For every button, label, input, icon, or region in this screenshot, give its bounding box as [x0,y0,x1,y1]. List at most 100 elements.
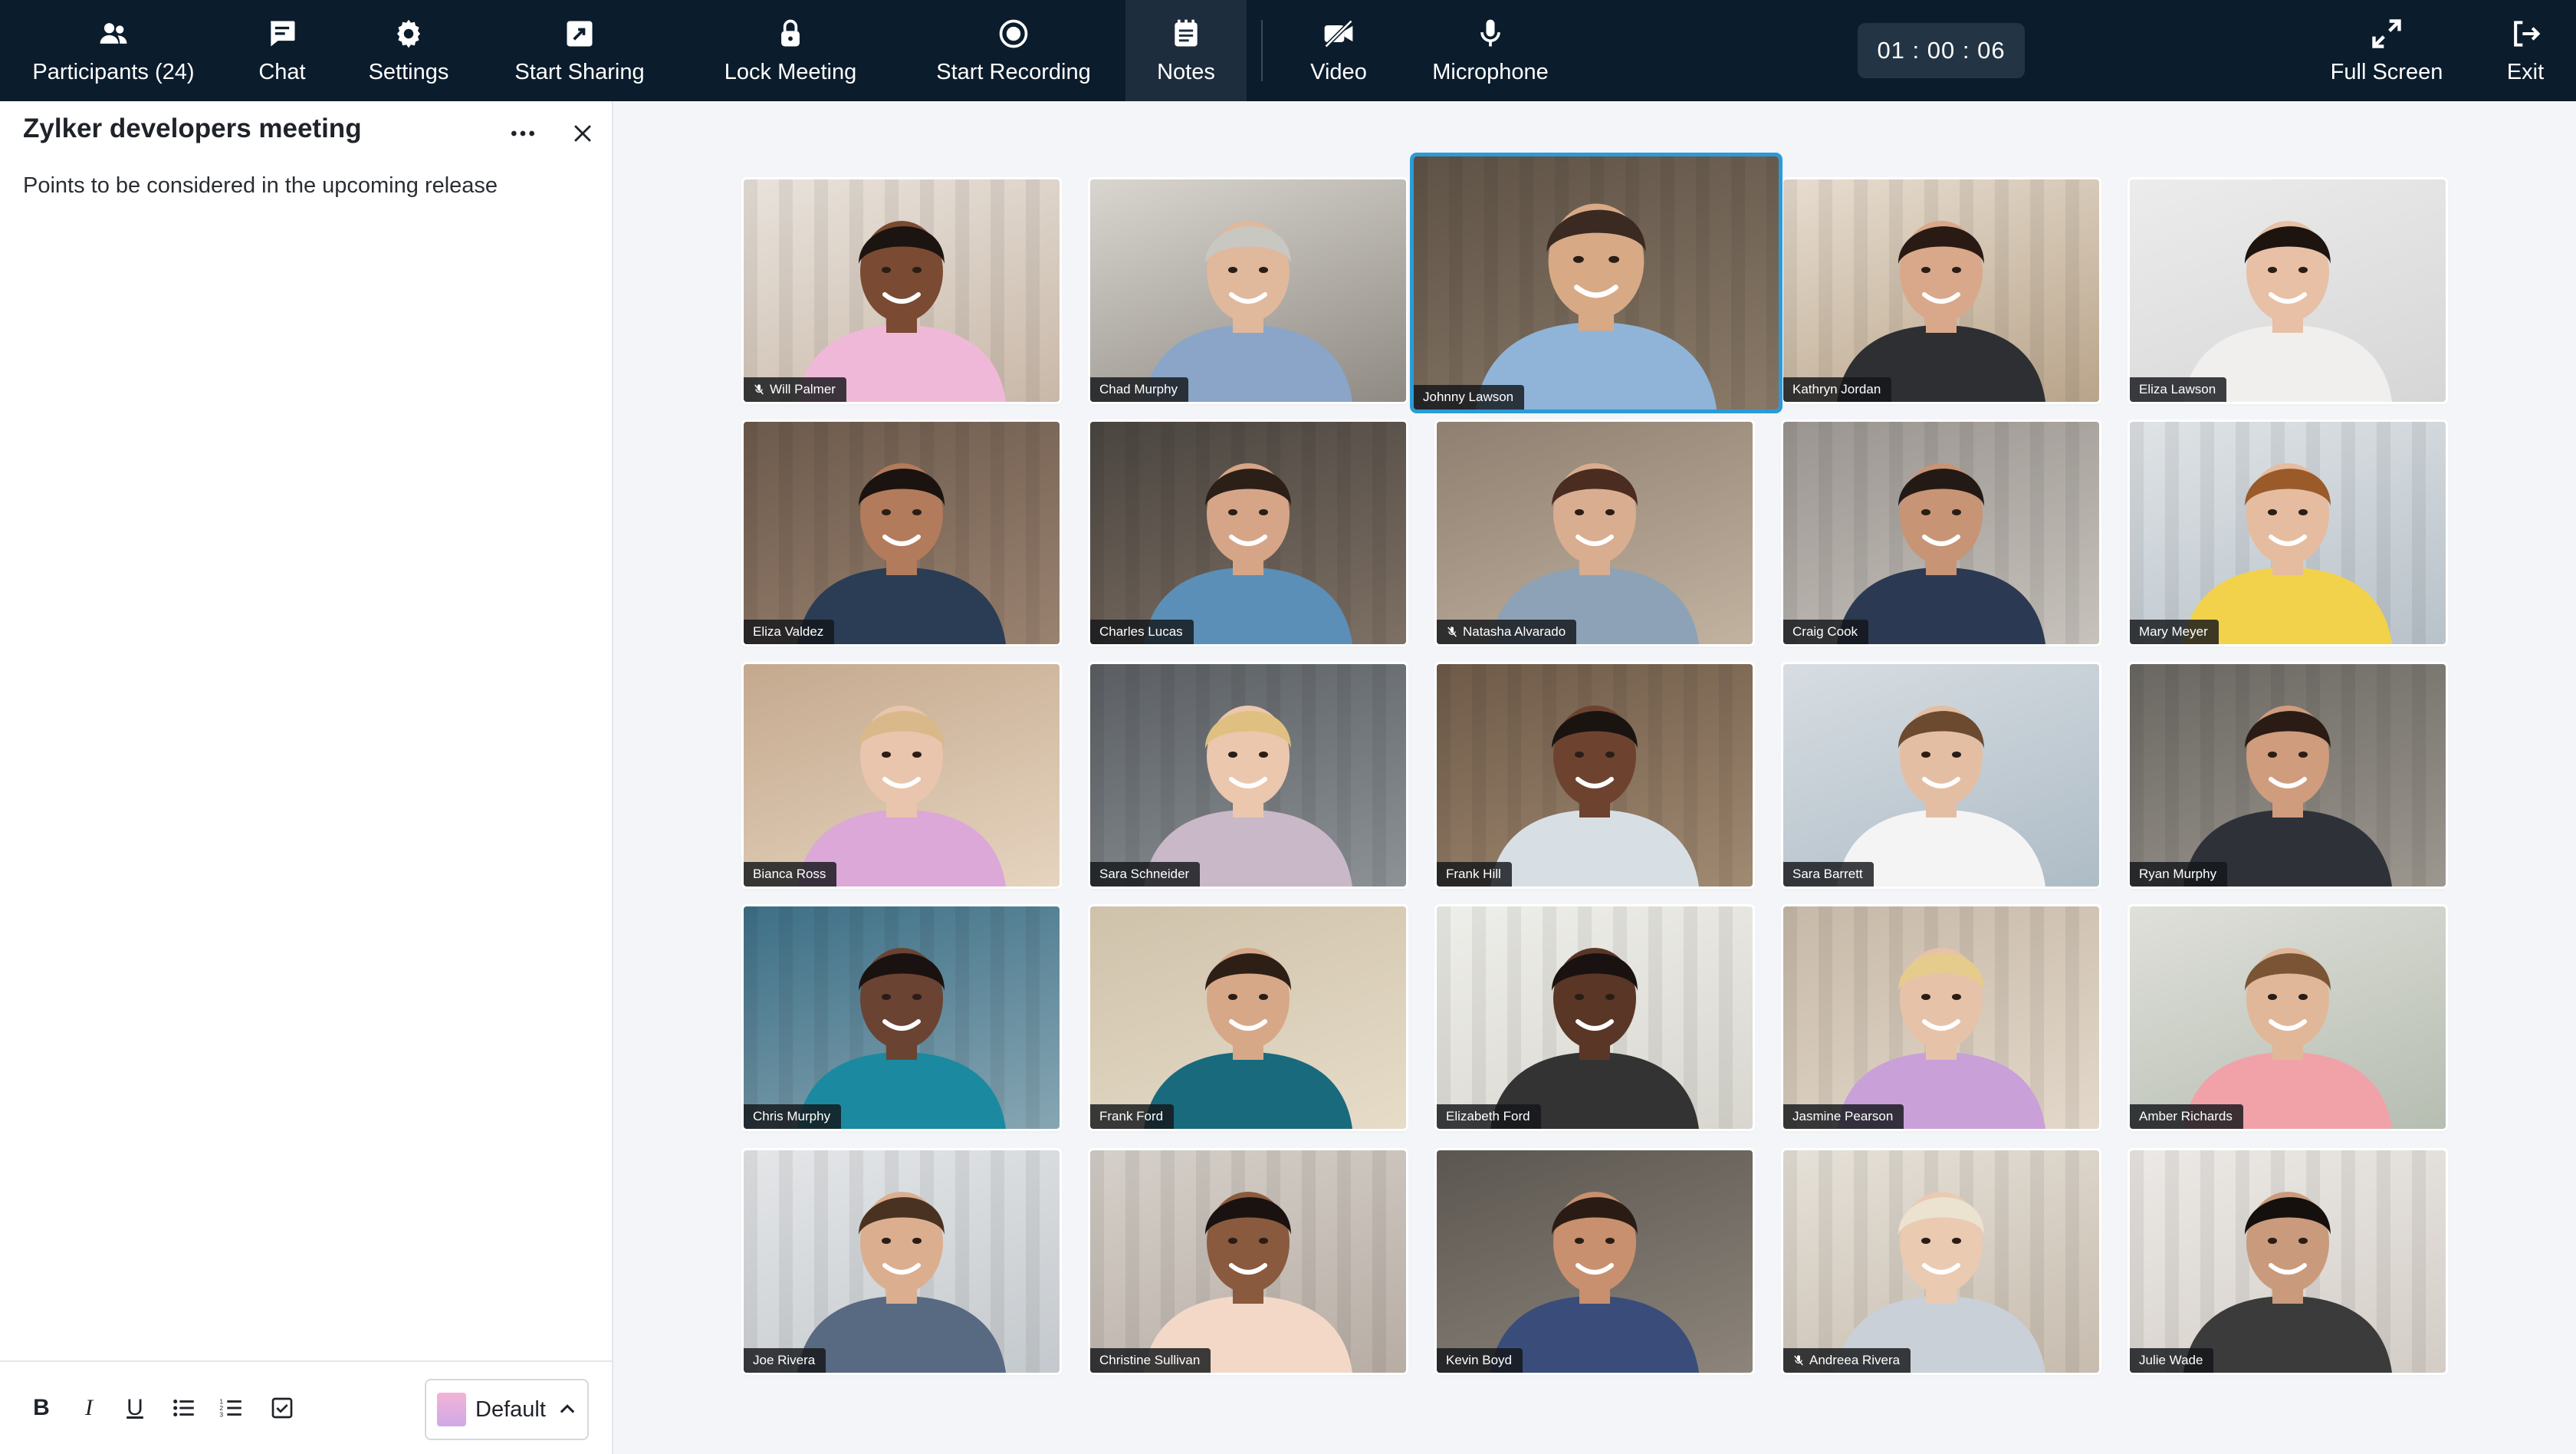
participant-name-label: Andreea Rivera [1783,1348,1911,1373]
participant-tile[interactable]: Amber Richards [2130,906,2446,1129]
participant-name-label: Mary Meyer [2130,620,2219,644]
participant-video-feed [744,179,1060,402]
participant-video-feed [2130,422,2446,644]
mic-muted-icon [1794,1355,1803,1366]
participant-name-label: Christine Sullivan [1090,1348,1211,1373]
participant-name: Johnny Lawson [1423,390,1514,404]
participant-name-label: Sara Schneider [1090,862,1201,887]
participant-video-feed [1414,156,1779,410]
participant-tile[interactable]: Frank Ford [1090,906,1406,1129]
participant-name: Elizabeth Ford [1446,1109,1530,1123]
participant-name: Mary Meyer [2139,624,2208,639]
participant-tile[interactable]: Christine Sullivan [1090,1150,1406,1373]
participant-video-feed [2130,906,2446,1129]
participant-video-feed [1090,1150,1406,1373]
participant-name-label: Charles Lucas [1090,620,1194,644]
participant-name: Amber Richards [2139,1109,2233,1123]
participant-tile[interactable]: Joe Rivera [744,1150,1060,1373]
participant-name: Natasha Alvarado [1463,624,1566,639]
participant-name-label: Elizabeth Ford [1437,1104,1541,1129]
participant-name-label: Kathryn Jordan [1783,377,1892,402]
participant-tile[interactable]: Kathryn Jordan [1783,179,2099,402]
participant-tile[interactable]: Eliza Lawson [2130,179,2446,402]
participant-video-feed [1783,179,2099,402]
participant-name: Bianca Ross [753,867,826,881]
participant-name: Sara Barrett [1792,867,1863,881]
participant-name: Sara Schneider [1099,867,1190,881]
participant-name-label: Johnny Lawson [1414,385,1525,410]
participant-name: Chris Murphy [753,1109,831,1123]
participant-video-feed [1783,422,2099,644]
participant-name-label: Bianca Ross [744,862,837,887]
participant-tile-active-speaker[interactable]: Johnny Lawson [1414,156,1779,410]
participant-video-feed [2130,664,2446,887]
participant-name: Frank Ford [1099,1109,1164,1123]
participant-video-feed [1437,422,1753,644]
participant-video-feed [2130,1150,2446,1373]
participant-tile[interactable]: Eliza Valdez [744,422,1060,644]
participant-tile[interactable]: Charles Lucas [1090,422,1406,644]
participant-name-label: Jasmine Pearson [1783,1104,1904,1129]
participant-video-feed [1783,1150,2099,1373]
participant-tile[interactable]: Chris Murphy [744,906,1060,1129]
participant-video-feed [1090,906,1406,1129]
participant-tile[interactable]: Mary Meyer [2130,422,2446,644]
participant-video-feed [1090,179,1406,402]
participant-tile[interactable]: Andreea Rivera [1783,1150,2099,1373]
participant-name: Julie Wade [2139,1353,2203,1367]
participant-video-feed [2130,179,2446,402]
participant-name-label: Frank Ford [1090,1104,1175,1129]
participant-name: Kathryn Jordan [1792,382,1881,396]
participant-name: Charles Lucas [1099,624,1183,639]
participant-name-label: Ryan Murphy [2130,862,2228,887]
participant-name: Chad Murphy [1099,382,1178,396]
participant-video-feed [1783,906,2099,1129]
participant-name: Christine Sullivan [1099,1353,1201,1367]
participant-video-feed [744,664,1060,887]
participant-name: Kevin Boyd [1446,1353,1512,1367]
participant-tile[interactable]: Kevin Boyd [1437,1150,1753,1373]
participant-tile[interactable]: Frank Hill [1437,664,1753,887]
participant-video-feed [1437,906,1753,1129]
participant-name: Craig Cook [1792,624,1858,639]
participant-tile[interactable]: Natasha Alvarado [1437,422,1753,644]
participant-tile[interactable]: Chad Murphy [1090,179,1406,402]
participant-video-feed [1783,664,2099,887]
mic-muted-icon [1447,627,1457,637]
participant-tile[interactable]: Craig Cook [1783,422,2099,644]
participant-name-label: Frank Hill [1437,862,1512,887]
participant-video-feed [1437,664,1753,887]
participant-name-label: Julie Wade [2130,1348,2214,1373]
participant-name-label: Will Palmer [744,377,846,402]
participant-video-feed [744,906,1060,1129]
participant-name-label: Eliza Lawson [2130,377,2227,402]
participant-tile[interactable]: Sara Schneider [1090,664,1406,887]
participant-name: Eliza Valdez [753,624,824,639]
participant-name: Eliza Lawson [2139,382,2216,396]
participant-tile[interactable]: Will Palmer [744,179,1060,402]
participant-name: Jasmine Pearson [1792,1109,1894,1123]
participant-name-label: Sara Barrett [1783,862,1874,887]
participant-name-label: Chris Murphy [744,1104,842,1129]
participant-video-feed [744,422,1060,644]
participant-name: Frank Hill [1446,867,1501,881]
video-grid: Will Palmer Chad Murphy Johnny Lawson Kathr… [0,0,2576,1454]
participant-video-feed [744,1150,1060,1373]
participant-video-feed [1437,1150,1753,1373]
participant-name-label: Natasha Alvarado [1437,620,1577,644]
participant-tile[interactable]: Elizabeth Ford [1437,906,1753,1129]
participant-name-label: Kevin Boyd [1437,1348,1523,1373]
mic-muted-icon [754,384,764,395]
participant-name: Joe Rivera [753,1353,816,1367]
participant-name-label: Chad Murphy [1090,377,1189,402]
participant-video-feed [1090,664,1406,887]
participant-tile[interactable]: Sara Barrett [1783,664,2099,887]
participant-name-label: Craig Cook [1783,620,1869,644]
participant-tile[interactable]: Julie Wade [2130,1150,2446,1373]
participant-tile[interactable]: Ryan Murphy [2130,664,2446,887]
participant-name-label: Eliza Valdez [744,620,835,644]
participant-name: Will Palmer [770,382,836,396]
participant-tile[interactable]: Jasmine Pearson [1783,906,2099,1129]
participant-name-label: Joe Rivera [744,1348,826,1373]
participant-tile[interactable]: Bianca Ross [744,664,1060,887]
